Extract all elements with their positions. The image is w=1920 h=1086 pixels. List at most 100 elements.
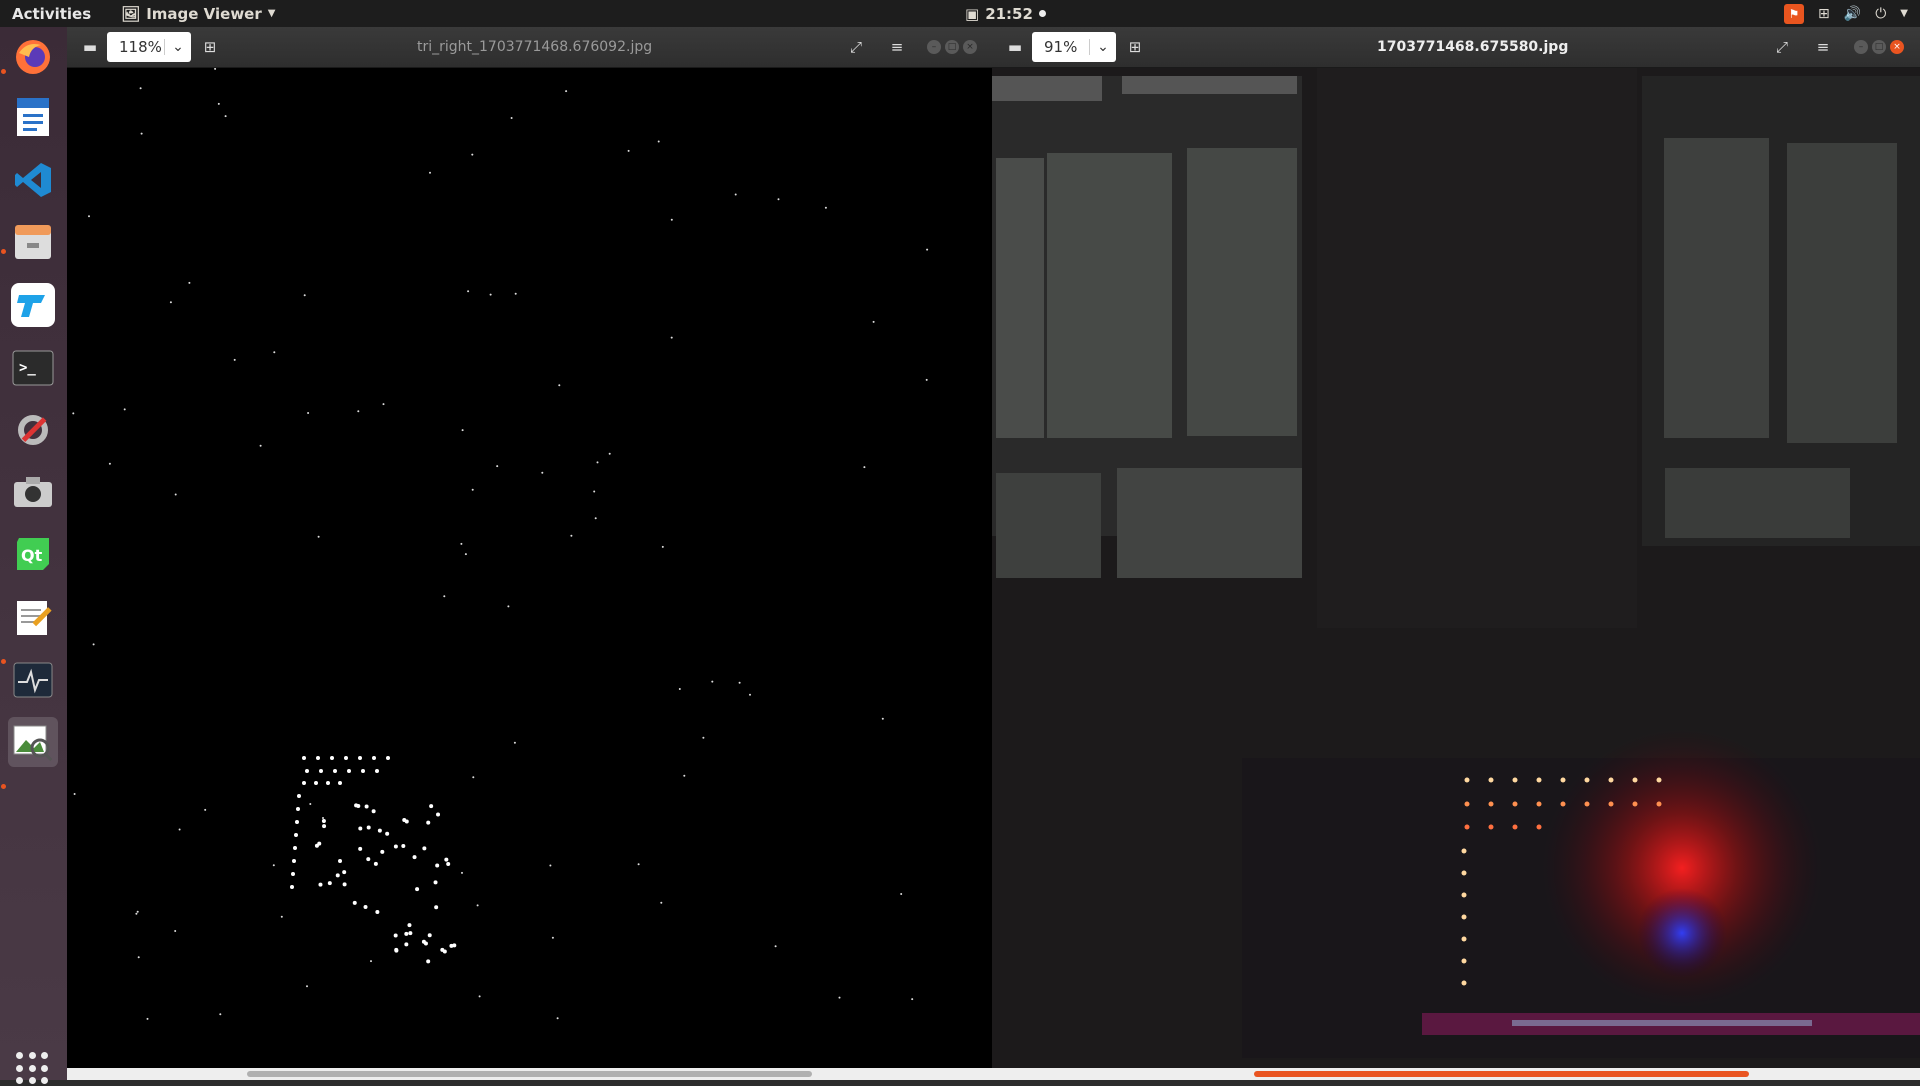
zoom-out-button[interactable]: ▬ xyxy=(79,36,101,58)
noise-dot xyxy=(174,493,177,496)
led-dot xyxy=(408,931,413,936)
zoom-in-button[interactable]: ⊞ xyxy=(1124,36,1146,58)
zoom-dropdown[interactable]: 118% ⌄ xyxy=(107,32,191,62)
noise-dot xyxy=(174,930,177,932)
image-canvas[interactable] xyxy=(992,68,1920,1068)
zoom-value: 118% xyxy=(119,38,162,56)
scrollbar-thumb[interactable] xyxy=(1254,1071,1749,1077)
zoom-dropdown[interactable]: 91% ⌄ xyxy=(1032,32,1116,62)
tray-app-icon[interactable]: ⚑ xyxy=(1784,3,1805,24)
menu-icon[interactable]: ≡ xyxy=(886,36,908,58)
horizontal-scrollbar[interactable] xyxy=(67,1068,992,1080)
noise-dot xyxy=(507,605,510,608)
noise-dot xyxy=(926,248,929,251)
led-dot xyxy=(371,809,376,814)
led-light xyxy=(1488,824,1494,830)
clock[interactable]: ▣ 21:52 xyxy=(965,0,1046,27)
noise-dot xyxy=(593,490,596,493)
led-dot xyxy=(342,870,347,875)
camera-icon[interactable] xyxy=(8,467,58,517)
power-icon[interactable]: ⏻ xyxy=(1875,6,1886,22)
noise-dot xyxy=(169,301,172,304)
tencent-icon[interactable] xyxy=(8,280,58,330)
led-dot xyxy=(297,794,301,798)
noise-dot xyxy=(881,717,884,720)
led-dot xyxy=(363,905,368,910)
led-light xyxy=(1461,870,1467,876)
led-light xyxy=(1632,801,1638,807)
writer-icon[interactable] xyxy=(8,92,58,142)
app-menu[interactable]: 🖼 Image Viewer ▼ xyxy=(121,5,275,23)
noise-dot xyxy=(925,378,928,381)
terminal-icon[interactable]: >_ xyxy=(8,343,58,393)
noise-dot xyxy=(136,910,139,913)
led-light xyxy=(1461,958,1467,964)
show-applications-icon[interactable] xyxy=(16,1052,50,1086)
zoom-in-button[interactable]: ⊞ xyxy=(199,36,221,58)
image-canvas[interactable] xyxy=(67,68,992,1068)
noise-dot xyxy=(322,817,324,819)
settings-tools-icon[interactable] xyxy=(8,405,58,455)
led-dot xyxy=(330,756,334,760)
led-dot xyxy=(404,931,409,936)
dock: >_ Qt xyxy=(0,27,67,1085)
system-monitor-icon[interactable] xyxy=(8,655,58,705)
noise-dot xyxy=(471,488,474,491)
led-light xyxy=(1560,777,1566,783)
noise-dot xyxy=(214,68,217,70)
noise-dot xyxy=(443,595,446,598)
vscode-icon[interactable] xyxy=(8,155,58,205)
led-dot xyxy=(385,831,390,836)
led-dot xyxy=(358,846,363,851)
minimize-button[interactable]: – xyxy=(927,40,941,54)
zoom-out-button[interactable]: ▬ xyxy=(1004,36,1026,58)
maximize-button[interactable]: □ xyxy=(945,40,959,54)
fullscreen-icon[interactable]: ⤢ xyxy=(1771,36,1793,58)
qt-creator-icon[interactable]: Qt xyxy=(8,529,58,579)
fullscreen-icon[interactable]: ⤢ xyxy=(845,36,867,58)
led-light xyxy=(1488,777,1494,783)
volume-icon[interactable]: 🔊 xyxy=(1844,6,1861,22)
chevron-down-icon: ⌄ xyxy=(164,39,191,55)
led-light xyxy=(1464,801,1470,807)
files-icon[interactable] xyxy=(8,217,58,267)
noise-dot xyxy=(510,117,513,119)
noise-dot xyxy=(461,871,463,874)
noise-dot xyxy=(738,681,741,684)
led-dot xyxy=(292,859,296,863)
noise-dot xyxy=(594,517,597,520)
menu-icon[interactable]: ≡ xyxy=(1812,36,1834,58)
network-icon[interactable]: ⊞ xyxy=(1818,6,1830,22)
noise-dot xyxy=(863,466,866,469)
led-light xyxy=(1608,777,1614,783)
firefox-icon[interactable] xyxy=(8,32,58,82)
minimize-button[interactable]: – xyxy=(1854,40,1868,54)
noise-dot xyxy=(72,412,75,415)
led-dot xyxy=(442,949,447,954)
noise-dot xyxy=(476,904,479,907)
led-dot xyxy=(358,756,362,760)
noise-dot xyxy=(461,429,464,432)
scrollbar-thumb[interactable] xyxy=(247,1071,812,1077)
close-button[interactable]: × xyxy=(1890,40,1904,54)
led-dot xyxy=(407,923,412,928)
maximize-button[interactable]: □ xyxy=(1872,40,1886,54)
image-viewer-icon[interactable] xyxy=(8,717,58,767)
led-dot xyxy=(404,819,409,824)
led-dot xyxy=(302,756,306,760)
chevron-down-icon[interactable]: ▼ xyxy=(1900,8,1908,19)
activities-button[interactable]: Activities xyxy=(12,5,91,23)
led-light xyxy=(1461,892,1467,898)
led-light xyxy=(1536,801,1542,807)
horizontal-scrollbar[interactable] xyxy=(992,1068,1920,1080)
left-headerbar: ▬ 118% ⌄ ⊞ tri_right_1703771468.676092.j… xyxy=(67,27,992,68)
noise-dot xyxy=(549,864,552,867)
clock-time: 21:52 xyxy=(985,4,1033,23)
noise-dot xyxy=(472,776,475,779)
text-editor-icon[interactable] xyxy=(8,592,58,642)
noise-dot xyxy=(204,808,207,811)
led-dot xyxy=(433,880,438,885)
led-light xyxy=(1461,980,1467,986)
led-dot xyxy=(372,756,376,760)
close-button[interactable]: × xyxy=(963,40,977,54)
